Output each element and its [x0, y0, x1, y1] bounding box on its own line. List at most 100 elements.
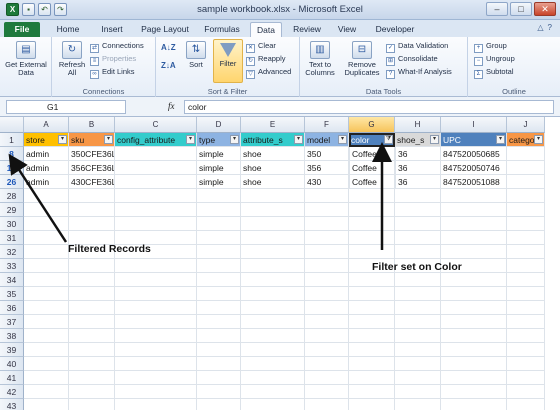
data-cell[interactable]: simple	[197, 161, 241, 175]
empty-cell[interactable]	[241, 245, 305, 259]
data-cell[interactable]	[507, 161, 545, 175]
empty-cell[interactable]	[241, 399, 305, 410]
empty-cell[interactable]	[441, 189, 507, 203]
tab-developer[interactable]: Developer	[370, 22, 420, 37]
data-cell[interactable]: 430	[305, 175, 349, 189]
sort-az-icon[interactable]: A↓Z	[161, 43, 176, 53]
empty-cell[interactable]	[349, 231, 395, 245]
consolidate-button[interactable]: ⊞ Consolidate	[386, 54, 438, 66]
data-cell[interactable]: 847520050685	[441, 147, 507, 161]
empty-cell[interactable]	[24, 245, 69, 259]
connections-button[interactable]: ⇄ Connections	[90, 41, 144, 53]
empty-cell[interactable]	[305, 315, 349, 329]
empty-cell[interactable]	[197, 287, 241, 301]
row-header-30[interactable]: 30	[0, 217, 24, 231]
empty-cell[interactable]	[395, 301, 441, 315]
empty-cell[interactable]	[395, 371, 441, 385]
empty-cell[interactable]	[395, 203, 441, 217]
empty-cell[interactable]	[507, 301, 545, 315]
empty-cell[interactable]	[115, 343, 197, 357]
column-header-d[interactable]: D	[197, 117, 241, 133]
empty-cell[interactable]	[395, 385, 441, 399]
empty-cell[interactable]	[115, 385, 197, 399]
header-cell-d[interactable]: type ▾	[197, 133, 241, 147]
empty-cell[interactable]	[24, 343, 69, 357]
name-box[interactable]: G1	[6, 100, 126, 114]
empty-cell[interactable]	[241, 329, 305, 343]
empty-cell[interactable]	[441, 231, 507, 245]
empty-cell[interactable]	[441, 245, 507, 259]
data-cell[interactable]: simple	[197, 147, 241, 161]
empty-cell[interactable]	[24, 231, 69, 245]
close-button[interactable]: ✕	[534, 2, 556, 16]
empty-cell[interactable]	[349, 287, 395, 301]
empty-cell[interactable]	[241, 385, 305, 399]
row-header-35[interactable]: 35	[0, 287, 24, 301]
row-header-36[interactable]: 36	[0, 301, 24, 315]
empty-cell[interactable]	[507, 399, 545, 410]
empty-cell[interactable]	[305, 301, 349, 315]
data-cell[interactable]: 36	[395, 161, 441, 175]
row-header-34[interactable]: 34	[0, 273, 24, 287]
empty-cell[interactable]	[305, 189, 349, 203]
data-cell[interactable]: Coffee	[349, 175, 395, 189]
empty-cell[interactable]	[69, 399, 115, 410]
empty-cell[interactable]	[115, 357, 197, 371]
data-cell[interactable]: 847520051088	[441, 175, 507, 189]
data-cell[interactable]: admin	[24, 161, 69, 175]
empty-cell[interactable]	[197, 259, 241, 273]
empty-cell[interactable]	[395, 189, 441, 203]
filter-dropdown-icon[interactable]: ▾	[294, 135, 303, 144]
empty-cell[interactable]	[395, 343, 441, 357]
empty-cell[interactable]	[69, 385, 115, 399]
empty-cell[interactable]	[441, 287, 507, 301]
empty-cell[interactable]	[441, 399, 507, 410]
empty-cell[interactable]	[69, 273, 115, 287]
empty-cell[interactable]	[69, 259, 115, 273]
get-external-data-button[interactable]: ▤ Get External Data	[3, 41, 49, 77]
data-cell[interactable]: shoe	[241, 147, 305, 161]
empty-cell[interactable]	[115, 273, 197, 287]
empty-cell[interactable]	[24, 189, 69, 203]
filter-dropdown-icon[interactable]: ▾	[534, 135, 543, 144]
data-cell[interactable]	[507, 147, 545, 161]
data-cell[interactable]: 847520050746	[441, 161, 507, 175]
maximize-button[interactable]: □	[510, 2, 532, 16]
empty-cell[interactable]	[241, 273, 305, 287]
header-cell-h[interactable]: shoe_s ▾	[395, 133, 441, 147]
data-cell[interactable]: 350	[305, 147, 349, 161]
empty-cell[interactable]	[241, 357, 305, 371]
header-cell-a[interactable]: store ▾	[24, 133, 69, 147]
empty-cell[interactable]	[24, 217, 69, 231]
row-header-32[interactable]: 32	[0, 245, 24, 259]
data-cell[interactable]: 356	[305, 161, 349, 175]
empty-cell[interactable]	[305, 385, 349, 399]
tab-data[interactable]: Data	[250, 22, 282, 37]
data-cell[interactable]: 356CFE36LTR13FAL	[69, 161, 115, 175]
empty-cell[interactable]	[305, 231, 349, 245]
empty-cell[interactable]	[69, 203, 115, 217]
empty-cell[interactable]	[241, 371, 305, 385]
empty-cell[interactable]	[24, 357, 69, 371]
column-header-g[interactable]: G	[349, 117, 395, 133]
active-filter-icon[interactable]: ⧩	[384, 135, 393, 144]
tab-insert[interactable]: Insert	[92, 22, 132, 37]
empty-cell[interactable]	[69, 371, 115, 385]
empty-cell[interactable]	[441, 357, 507, 371]
empty-cell[interactable]	[441, 343, 507, 357]
row-header-42[interactable]: 42	[0, 385, 24, 399]
tab-formulas[interactable]: Formulas	[198, 22, 246, 37]
data-cell[interactable]: shoe	[241, 175, 305, 189]
empty-cell[interactable]	[115, 259, 197, 273]
row-header-1[interactable]: 1	[0, 133, 24, 147]
empty-cell[interactable]	[197, 245, 241, 259]
data-cell[interactable]: 36	[395, 175, 441, 189]
sort-za-icon[interactable]: Z↓A	[161, 61, 176, 71]
empty-cell[interactable]	[24, 371, 69, 385]
row-header-8[interactable]: 8	[0, 147, 24, 161]
empty-cell[interactable]	[441, 329, 507, 343]
properties-button[interactable]: ≡ Properties	[90, 54, 136, 66]
empty-cell[interactable]	[24, 385, 69, 399]
empty-cell[interactable]	[197, 217, 241, 231]
ungroup-button[interactable]: − Ungroup	[474, 54, 515, 66]
